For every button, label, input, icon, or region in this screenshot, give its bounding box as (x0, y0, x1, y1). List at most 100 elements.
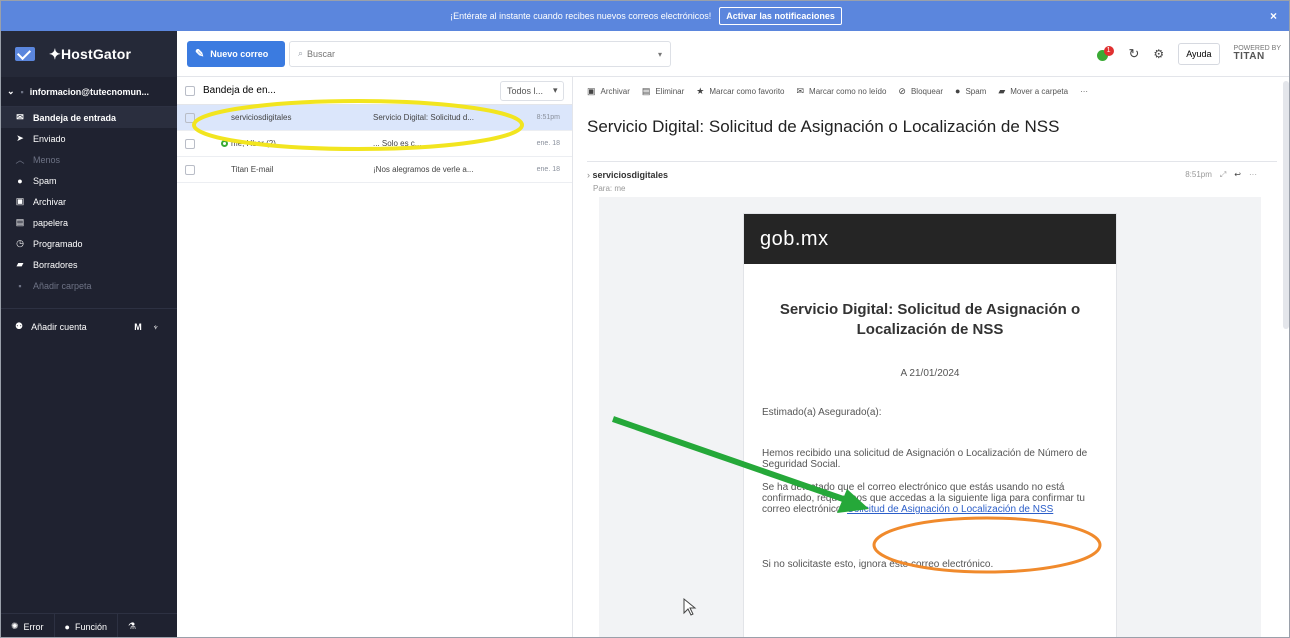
row-checkbox[interactable] (185, 138, 195, 149)
compose-icon: ✎ (195, 48, 205, 60)
expand-icon[interactable]: ⤢ (1220, 170, 1226, 180)
action-label: Mover a carpeta (1010, 86, 1069, 96)
enable-notifications-button[interactable]: Activar las notificaciones (719, 7, 842, 25)
add-account-button[interactable]: ⚉ Añadir cuenta M ♆ (1, 308, 177, 332)
action-7[interactable]: ··· (1080, 87, 1088, 96)
unread-dot-icon (221, 140, 228, 147)
email-greeting: Estimado(a) Asegurado(a): (762, 407, 882, 418)
sidebar-item-label: Programado (33, 238, 83, 249)
recipient-line: Para: me (593, 184, 626, 193)
sidebar-item-7[interactable]: ▰ Borradores (1, 254, 177, 275)
row-time: 8:51pm (536, 114, 560, 121)
filter-dropdown[interactable]: Todos l... ▾ (500, 80, 564, 101)
sidebar-item-label: Añadir carpeta (33, 280, 92, 291)
refresh-icon[interactable]: ↻ (1129, 46, 1140, 62)
row-sender: Titan E-mail (231, 165, 274, 174)
action-label: Marcar como no leído (809, 86, 887, 96)
scheduled-icon: ◷ (16, 238, 24, 248)
sidebar-item-5[interactable]: ▤ papelera (1, 212, 177, 233)
email-title: Servicio Digital: Solicitud de Asignació… (779, 301, 1081, 338)
action-1[interactable]: ▤ Eliminar (642, 86, 684, 97)
trash-icon: ▤ (15, 217, 25, 227)
search-box: ⌕ ▾ (289, 40, 671, 67)
folder-list: ✉ Bandeja de entrada ➤ Enviado ︿ Menos ● Spam ▣ A… (1, 107, 177, 296)
message-rows: serviciosdigitales Servicio Digital: Soli… (177, 105, 572, 183)
mark-unread-icon: ✉ (796, 85, 805, 96)
chevron-down-icon: ▾ (553, 85, 558, 95)
row-checkbox[interactable] (185, 112, 195, 123)
reply-icon[interactable]: ↩ (1234, 170, 1241, 180)
lightbulb-icon: ● (64, 621, 70, 632)
inbox-icon: ✉ (16, 112, 24, 122)
action-label: Bloquear (910, 86, 943, 96)
search-dropdown-icon[interactable]: ▾ (658, 50, 662, 59)
search-input[interactable] (307, 48, 628, 59)
sidebar-item-label: Menos (33, 154, 61, 165)
expand-chevron-icon: › (587, 170, 590, 180)
powered-by-titan: POWERED BY TITAN (1233, 45, 1281, 62)
add-user-icon: ⚉ (15, 321, 24, 331)
email-paragraph-3: Si no solicitaste esto, ignora este corr… (762, 559, 994, 570)
apps-notification-icon[interactable]: 1 (1096, 45, 1115, 62)
trash-icon: ▤ (641, 85, 651, 96)
sender-name[interactable]: › serviciosdigitales (587, 170, 668, 180)
message-row[interactable]: me, Hber (2) ... Solo es c... ene. 18 (177, 131, 572, 157)
account-selector[interactable]: ⌄ ▪ informacion@tutecnomun... (1, 77, 177, 107)
flask-button[interactable]: ⚗ (118, 614, 146, 638)
action-3[interactable]: ✉ Marcar como no leído (797, 86, 887, 97)
app-window: ¡Entérate al instante cuando recibes nue… (0, 0, 1290, 638)
action-label: Spam (965, 86, 987, 96)
block-icon: ⊘ (898, 85, 906, 96)
row-subject: Servicio Digital: Solicitud d... (373, 113, 474, 122)
select-all-checkbox[interactable] (185, 85, 195, 96)
mail-app-icon[interactable] (15, 47, 35, 61)
email-card: gob.mx Servicio Digital: Solicitud de As… (743, 213, 1117, 637)
email-body-background: gob.mx Servicio Digital: Solicitud de As… (599, 197, 1261, 637)
sidebar-item-3[interactable]: ● Spam (1, 170, 177, 191)
help-button[interactable]: Ayuda (1178, 42, 1220, 65)
action-5[interactable]: ● Spam (955, 86, 986, 96)
action-0[interactable]: ▣ Archivar (587, 86, 630, 97)
star-icon: ★ (696, 85, 705, 96)
action-label: ··· (1080, 86, 1089, 96)
sidebar-item-label: Borradores (33, 259, 78, 270)
spam-icon: ● (17, 175, 23, 186)
archive-icon: ▣ (587, 85, 596, 96)
email-date: A 21/01/2024 (900, 368, 960, 379)
sidebar-item-8[interactable]: ▪ Añadir carpeta (1, 275, 177, 296)
row-time: ene. 18 (536, 166, 560, 173)
row-time: ene. 18 (536, 140, 560, 147)
sidebar-item-1[interactable]: ➤ Enviado (1, 128, 177, 149)
message-time: 8:51pm (1185, 170, 1212, 179)
message-row[interactable]: serviciosdigitales Servicio Digital: Soli… (177, 105, 572, 131)
notification-banner: ¡Entérate al instante cuando recibes nue… (1, 1, 1289, 31)
message-row[interactable]: Titan E-mail ¡Nos alegramos de verle a...… (177, 157, 572, 183)
new-mail-button[interactable]: ✎ Nuevo correo (187, 40, 285, 67)
sidebar-item-6[interactable]: ◷ Programado (1, 233, 177, 254)
action-2[interactable]: ★ Marcar como favorito (696, 86, 784, 97)
error-button[interactable]: ✺ Error (1, 613, 55, 637)
nss-link[interactable]: Solicitud de Asignación o Localización d… (847, 504, 1053, 515)
row-sender: serviciosdigitales (231, 113, 292, 122)
sidebar-item-2[interactable]: ︿ Menos (1, 149, 177, 170)
close-banner-icon[interactable]: × (1270, 9, 1277, 23)
send-icon: ➤ (16, 133, 24, 143)
sidebar-item-4[interactable]: ▣ Archivar (1, 191, 177, 212)
function-button[interactable]: ● Función (55, 613, 119, 637)
scrollbar[interactable] (1283, 81, 1289, 329)
top-right-controls: 1 ↻ ⚙ Ayuda POWERED BY TITAN (1096, 42, 1281, 65)
message-meta: 8:51pm ⤢ ↩ ··· (1185, 170, 1257, 180)
reading-pane: ▣ Archivar ▤ Eliminar ★ Marcar como favorito ✉… (573, 77, 1289, 637)
action-4[interactable]: ⊘ Bloquear (898, 86, 943, 97)
folder-icon: ▰ (998, 85, 1006, 96)
flask-icon: ⚗ (128, 621, 137, 631)
email-paragraph-1: Hemos recibido una solicitud de Asignaci… (762, 448, 1088, 470)
settings-gear-icon[interactable]: ⚙ (1153, 47, 1164, 61)
action-6[interactable]: ▰ Mover a carpeta (998, 86, 1068, 97)
message-list-pane: Bandeja de en... Todos l... ▾ serviciosdi… (177, 77, 573, 637)
gmail-titan-icons: M ♆ (134, 321, 163, 332)
sidebar-item-0[interactable]: ✉ Bandeja de entrada (1, 107, 177, 128)
row-checkbox[interactable] (185, 164, 195, 175)
account-avatar-icon: ▪ (20, 86, 24, 97)
more-options-icon[interactable]: ··· (1249, 170, 1257, 180)
